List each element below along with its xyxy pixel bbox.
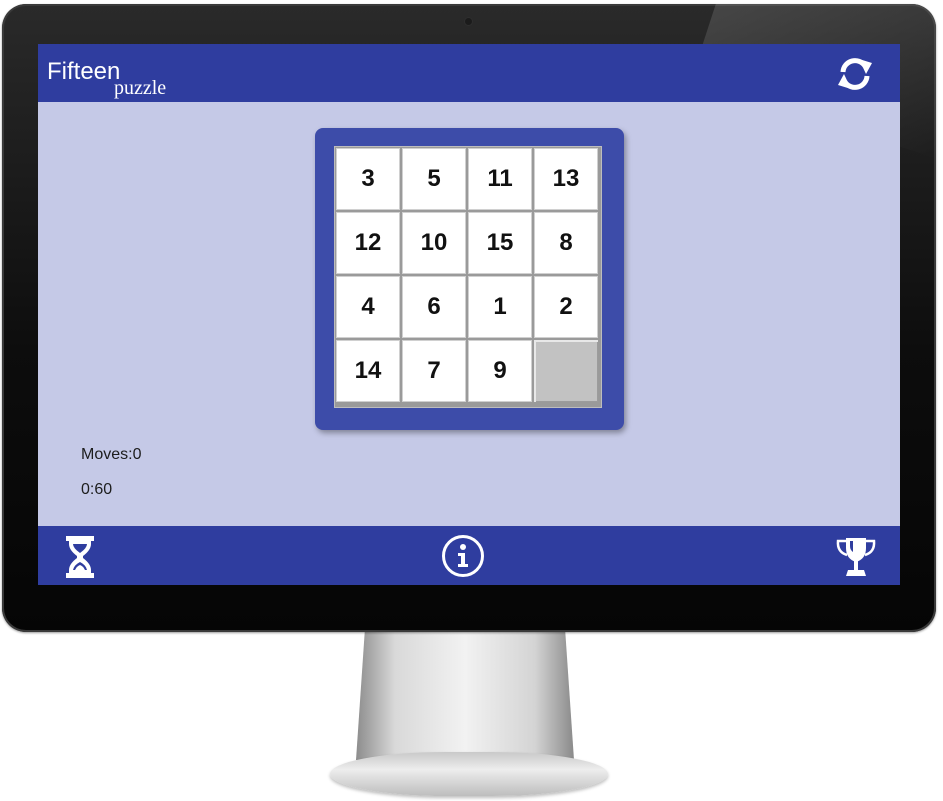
- hourglass-icon: [66, 536, 94, 578]
- moves-counter: Moves:0: [81, 446, 142, 463]
- game-screen: Fifteen puzzle 3 5 11 13 12 10 15 8 4 6 1 2 14 7 9 Mov…: [38, 44, 900, 585]
- restart-button[interactable]: [835, 55, 875, 93]
- info-button[interactable]: [440, 533, 486, 579]
- info-icon: [442, 535, 484, 577]
- puzzle-tile[interactable]: 14: [336, 340, 400, 402]
- bottom-bar: [38, 526, 900, 585]
- leaderboard-button[interactable]: [833, 534, 879, 580]
- puzzle-tile[interactable]: 9: [468, 340, 532, 402]
- puzzle-tile[interactable]: 12: [336, 212, 400, 274]
- webcam-dot: [465, 18, 472, 25]
- puzzle-tile[interactable]: 5: [402, 148, 466, 210]
- puzzle-tile[interactable]: 1: [468, 276, 532, 338]
- puzzle-tile[interactable]: 15: [468, 212, 532, 274]
- logo-title: Fifteen: [47, 58, 121, 85]
- puzzle-tile[interactable]: 11: [468, 148, 532, 210]
- monitor-stand: [356, 632, 574, 760]
- trophy-icon: [836, 538, 876, 576]
- puzzle-tile[interactable]: 10: [402, 212, 466, 274]
- puzzle-tile[interactable]: 4: [336, 276, 400, 338]
- monitor-base: [330, 752, 608, 796]
- timer-display: 0:60: [81, 481, 113, 498]
- puzzle-tile[interactable]: 2: [534, 276, 598, 338]
- timer-mode-button[interactable]: [62, 534, 98, 580]
- empty-tile: [534, 340, 598, 402]
- logo-subtitle: puzzle: [114, 77, 167, 99]
- top-bar: Fifteen puzzle: [38, 44, 900, 102]
- puzzle-board: 3 5 11 13 12 10 15 8 4 6 1 2 14 7 9: [315, 128, 624, 430]
- puzzle-tile[interactable]: 13: [534, 148, 598, 210]
- tile-grid: 3 5 11 13 12 10 15 8 4 6 1 2 14 7 9: [334, 146, 602, 408]
- puzzle-tile[interactable]: 7: [402, 340, 466, 402]
- puzzle-tile[interactable]: 8: [534, 212, 598, 274]
- puzzle-tile[interactable]: 6: [402, 276, 466, 338]
- puzzle-tile[interactable]: 3: [336, 148, 400, 210]
- refresh-icon: [838, 58, 872, 90]
